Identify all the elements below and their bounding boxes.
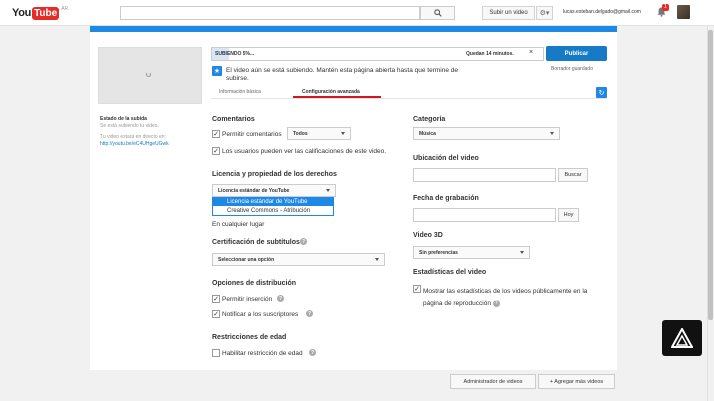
license-option-standard[interactable]: Licencia estándar de YouTube [213, 198, 333, 206]
upload-progress-label: SUBIENDO 5%... [215, 51, 255, 57]
gear-icon: ⚙▾ [539, 10, 550, 17]
public-stats-checkbox[interactable]: ✓ [413, 285, 421, 293]
upload-button[interactable]: Subir un video [482, 6, 535, 20]
notification-count-badge: 1 [662, 4, 669, 11]
help-question-icon[interactable]: ? [306, 310, 313, 317]
help-question-icon[interactable]: ? [492, 299, 500, 307]
subtitles-section-title: Certificación de subtítulos [212, 239, 300, 246]
today-button[interactable]: Hoy [558, 208, 579, 222]
logo-you-text: You [12, 7, 32, 19]
settings-button[interactable]: ⚙▾ [536, 6, 553, 20]
allow-comments-checkbox[interactable]: ✓ [212, 130, 220, 138]
license-select-value: Licencia estándar de YouTube [218, 187, 290, 194]
triangle-logo-icon [671, 328, 693, 348]
loading-spinner-icon [146, 72, 151, 77]
license-option-creative-commons[interactable]: Creative Commons - Atribución [213, 207, 333, 215]
chevron-down-icon [520, 251, 524, 254]
category-section-title: Categoría [413, 116, 446, 123]
logo-country-code: AR [61, 6, 69, 12]
floating-app-badge[interactable] [662, 320, 702, 356]
video-3d-select-value: Sin preferencias [419, 249, 458, 256]
video-url-note: Tu video estará en directo en: [100, 134, 166, 140]
upload-status-text: Se está subiendo tu video. [100, 123, 159, 129]
search-input[interactable] [120, 6, 420, 20]
category-select[interactable]: Música [413, 127, 560, 140]
scrollbar-thumb[interactable] [708, 30, 713, 320]
distribution-section-title: Opciones de distribución [212, 280, 297, 287]
active-tab-indicator [293, 96, 381, 98]
panel-top-bar [90, 26, 617, 32]
age-restriction-section-title: Restricciones de edad [212, 334, 287, 341]
public-stats-label: Mostrar las estadísticas de los videos p… [423, 286, 603, 310]
cancel-upload-close-icon[interactable]: × [529, 49, 533, 56]
chevron-down-icon [326, 189, 330, 192]
subtitles-certification-select[interactable]: Seleccionar una opción [212, 253, 385, 266]
subtitles-select-value: Seleccionar una opción [218, 256, 275, 263]
help-question-icon[interactable]: ? [309, 349, 316, 356]
tab-advanced-settings[interactable]: Configuración avanzada [302, 89, 360, 95]
notify-subscribers-label: Notificar a los suscriptores [222, 311, 299, 318]
location-search-button[interactable]: Buscar [558, 168, 588, 182]
upload-info-message: El video aún se está subiendo. Mantén es… [226, 67, 458, 82]
chevron-down-icon [341, 132, 345, 135]
allow-comments-label: Permitir comentarios [222, 131, 282, 138]
add-more-videos-button[interactable]: + Agregar más videos [538, 374, 615, 389]
tabs-divider [211, 98, 607, 99]
refresh-icon[interactable]: ↻ [596, 87, 607, 98]
statistics-section-title: Estadísticas del video [413, 269, 487, 276]
age-restriction-label: Habilitar restricción de edad [222, 350, 303, 357]
search-icon [433, 9, 442, 17]
video-url-link[interactable]: http://youtu.be/eC4UHgeUGwk [100, 141, 169, 147]
video-manager-button[interactable]: Administrador de videos [450, 374, 536, 389]
public-stats-text: Mostrar las estadísticas de los videos p… [423, 288, 588, 307]
ratings-visible-label: Los usuarios pueden ver las calificacion… [222, 148, 387, 155]
youtube-logo[interactable]: You Tube AR [12, 6, 68, 20]
comments-visibility-value: Todos [293, 130, 308, 137]
comments-section-title: Comentarios [212, 116, 255, 123]
logo-tube-text: Tube [32, 6, 60, 20]
availability-text: En cualquier lugar [212, 221, 265, 228]
help-question-icon[interactable]: ? [300, 238, 307, 245]
chevron-down-icon [375, 258, 379, 261]
upload-status-title: Estado de la subida [100, 116, 147, 122]
notify-subscribers-checkbox[interactable]: ✓ [212, 310, 220, 318]
star-icon: ★ [212, 66, 222, 76]
age-restriction-checkbox[interactable] [212, 349, 220, 357]
category-select-value: Música [419, 130, 436, 137]
help-question-icon[interactable]: ? [277, 295, 284, 302]
time-remaining: Quedan 14 minutos. [466, 51, 514, 57]
location-input[interactable] [413, 168, 556, 182]
license-section-title: Licencia y propiedad de los derechos [212, 171, 337, 178]
draft-saved-status: Borrador guardado [551, 66, 593, 72]
tab-basic-info[interactable]: Información básica [219, 89, 261, 95]
location-section-title: Ubicación del video [413, 155, 479, 162]
recording-date-section-title: Fecha de grabación [413, 195, 479, 202]
chevron-down-icon [550, 132, 554, 135]
user-email: lucas.esteban.delgado@gmail.com [563, 9, 641, 15]
publish-button[interactable]: Publicar [546, 46, 607, 61]
video-3d-select[interactable]: Sin preferencias [413, 246, 530, 259]
video-3d-section-title: Video 3D [413, 232, 443, 239]
search-button[interactable] [420, 6, 455, 20]
allow-embedding-checkbox[interactable]: ✓ [212, 295, 220, 303]
license-select[interactable]: Licencia estándar de YouTube [212, 184, 336, 197]
avatar[interactable] [677, 5, 690, 19]
allow-embedding-label: Permitir inserción [222, 296, 273, 303]
comments-visibility-select[interactable]: Todos [287, 127, 351, 140]
ratings-visible-checkbox[interactable]: ✓ [212, 147, 220, 155]
recording-date-input[interactable] [413, 208, 556, 222]
